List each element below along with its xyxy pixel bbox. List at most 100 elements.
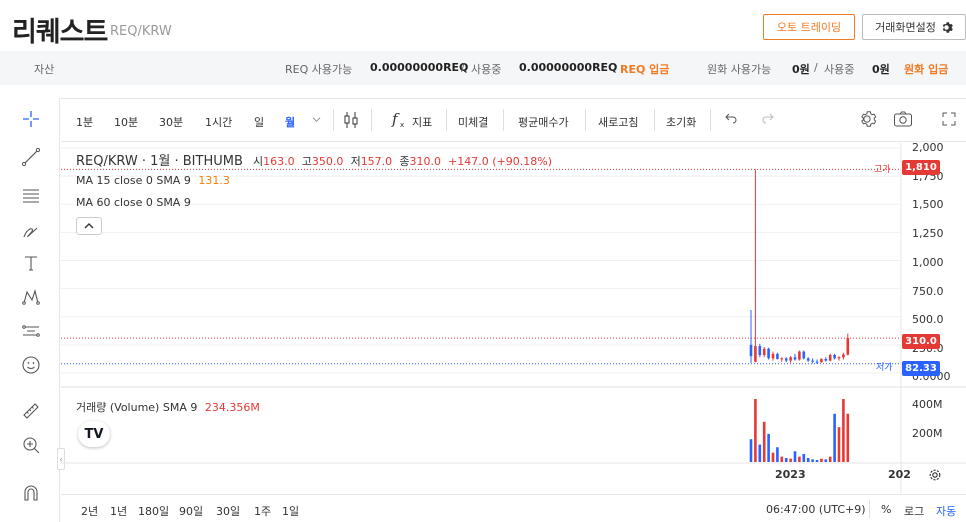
crosshair-tool[interactable] (18, 106, 44, 132)
screen-settings-label: 거래화면설정 (875, 21, 936, 34)
volume-bar (798, 456, 801, 462)
screen-settings-button[interactable]: 거래화면설정 (862, 14, 966, 40)
magnet-tool[interactable] (18, 480, 44, 506)
chart-settings-button[interactable] (858, 110, 877, 131)
tradingview-logo[interactable]: TV (78, 421, 110, 447)
interval-dropdown[interactable] (312, 114, 321, 127)
high-badge: 1,810 (902, 160, 940, 175)
interval-1h[interactable]: 1시간 (205, 114, 232, 130)
krw-available-label: 원화 사용가능 (707, 63, 772, 76)
volume-bar (749, 439, 753, 462)
brush-tool[interactable] (18, 218, 44, 244)
krw-deposit-link[interactable]: 원화 입금 (904, 61, 948, 77)
volume-tick-400m: 400M (912, 398, 943, 411)
legend-symbol: REQ/KRW · 1월 · BITHUMB (76, 154, 243, 169)
brush-icon (23, 227, 38, 238)
volume-bar (824, 459, 828, 462)
candle-body (815, 361, 819, 363)
candle-body (837, 357, 841, 359)
volume-label: 거래량 (Volume) SMA 9 (76, 401, 198, 414)
price-chart[interactable] (61, 143, 966, 493)
clock[interactable]: 06:47:00 (UTC+9) (766, 503, 866, 516)
gear-icon (929, 469, 941, 481)
redo-button[interactable] (761, 112, 775, 127)
volume-bar (842, 399, 845, 462)
ruler-icon (23, 403, 39, 419)
volume-legend: 거래량 (Volume) SMA 9 234.356M (76, 399, 260, 415)
price-tick: 1,500 (912, 198, 944, 211)
camera-icon (894, 111, 912, 127)
volume-bar (776, 447, 779, 462)
zoom-tool[interactable] (18, 432, 44, 458)
pattern-tool[interactable] (18, 284, 44, 310)
candle-body (802, 351, 806, 359)
chart-type-button[interactable] (343, 110, 359, 133)
volume-bar (767, 433, 770, 462)
interval-30m[interactable]: 30분 (159, 114, 183, 130)
candle-body (771, 353, 775, 359)
emoji-tool[interactable] (18, 352, 44, 378)
prediction-tool[interactable] (18, 318, 44, 344)
legend-open-label: 시 (253, 155, 264, 168)
trendline-tool[interactable] (18, 144, 44, 170)
krw-inuse-value: 0원 (872, 63, 890, 76)
volume-bar (784, 457, 788, 462)
fib-tool[interactable] (18, 182, 44, 208)
trendline-icon (21, 147, 41, 167)
range-180d[interactable]: 180일 (138, 503, 169, 519)
legend-change: +147.0 (+90.18%) (448, 155, 553, 168)
volume-bar (771, 452, 775, 462)
candle-body (846, 338, 850, 355)
range-1y[interactable]: 1년 (110, 503, 127, 519)
range-1d[interactable]: 1일 (282, 503, 299, 519)
reset-button[interactable]: 초기화 (666, 114, 696, 130)
candle-body (784, 358, 788, 361)
volume-bar (802, 453, 806, 462)
pending-orders-button[interactable]: 미체결 (458, 114, 488, 130)
undo-icon (725, 113, 737, 124)
volume-bar (780, 456, 784, 462)
undo-button[interactable] (724, 112, 738, 127)
legend-low-value: 157.0 (360, 155, 393, 168)
interval-10m[interactable]: 10분 (114, 114, 138, 130)
interval-day[interactable]: 일 (254, 114, 264, 130)
interval-month[interactable]: 월 (285, 114, 295, 130)
refresh-button[interactable]: 새로고침 (598, 114, 638, 130)
ruler-tool[interactable] (18, 398, 44, 424)
range-30d[interactable]: 30일 (216, 503, 240, 519)
log-toggle[interactable]: 로그 (904, 503, 924, 519)
ma15-legend: MA 15 close 0 SMA 9 131.3 (76, 174, 230, 187)
fullscreen-button[interactable] (941, 111, 957, 130)
ma15-value: 131.3 (198, 174, 230, 187)
ma60-label: MA 60 close 0 SMA 9 (76, 196, 191, 209)
volume-bar (754, 399, 757, 462)
req-deposit-link[interactable]: REQ 입금 (620, 61, 669, 77)
chevron-up-icon (84, 223, 94, 229)
indicators-label[interactable]: 지표 (412, 114, 432, 130)
horizontal-lines-icon (23, 189, 39, 203)
text-tool[interactable] (18, 250, 44, 276)
range-90d[interactable]: 90일 (179, 503, 203, 519)
bottom-bar: 2년 1년 180일 90일 30일 1주 1일 06:47:00 (UTC+9… (61, 494, 966, 522)
axis-settings-button[interactable] (928, 467, 942, 486)
volume-bar (846, 413, 850, 462)
indicators-button[interactable]: fx (391, 109, 407, 132)
range-2y[interactable]: 2년 (81, 503, 98, 519)
volume-bar (833, 413, 836, 462)
redo-icon (762, 113, 774, 124)
interval-1m[interactable]: 1분 (76, 114, 93, 130)
chart-toolbar: 1분 10분 30분 1시간 일 월 fx 지표 미체결 평균매수가 새로고침 … (61, 98, 966, 142)
legend-high-value: 350.0 (311, 155, 344, 168)
auto-trading-button[interactable]: 오토 트레이딩 (763, 14, 855, 40)
screenshot-button[interactable] (893, 110, 913, 131)
krw-available-value: 0원 (792, 63, 810, 76)
chevron-down-icon (312, 117, 321, 122)
legend-collapse-button[interactable] (76, 217, 102, 235)
legend-high-label: 고 (301, 155, 312, 168)
avg-price-button[interactable]: 평균매수가 (518, 114, 569, 130)
range-1w[interactable]: 1주 (254, 503, 271, 519)
auto-toggle[interactable]: 자동 (936, 503, 956, 519)
candlestick-icon (344, 112, 358, 128)
magnet-icon (24, 485, 38, 501)
percent-toggle[interactable]: % (881, 503, 891, 516)
